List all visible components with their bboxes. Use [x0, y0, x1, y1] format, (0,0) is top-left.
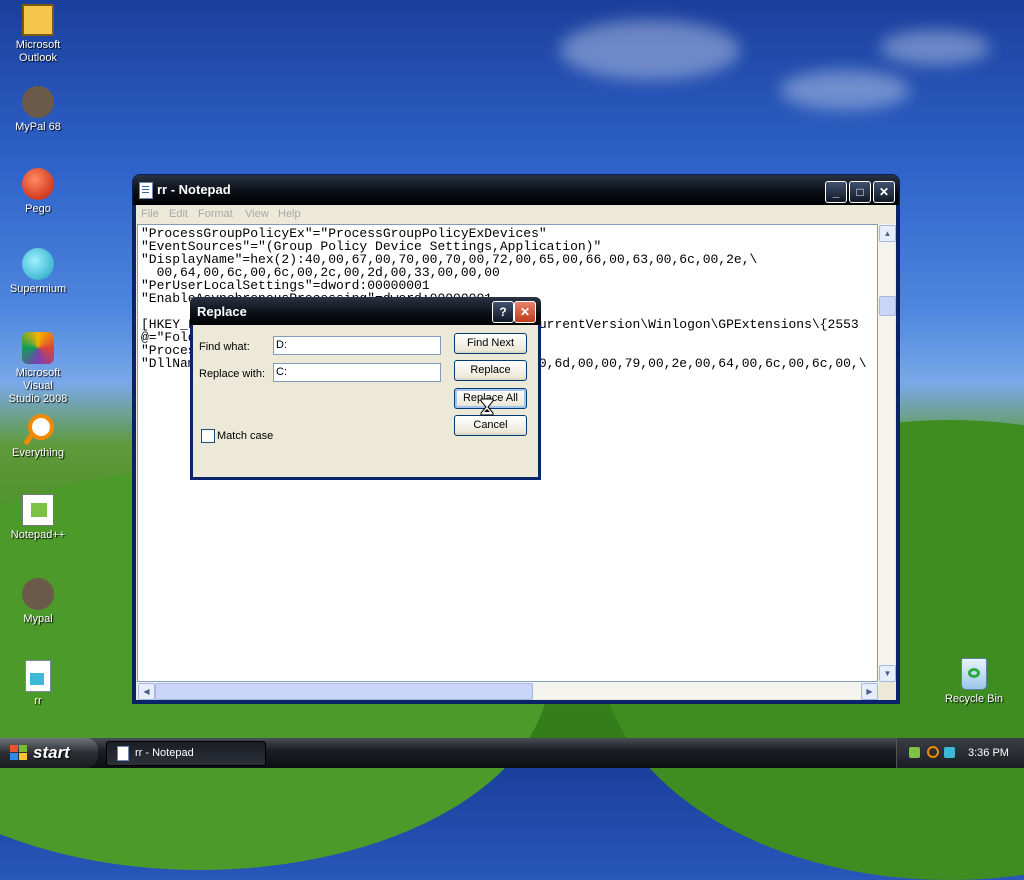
search-icon[interactable] [927, 746, 939, 758]
menu-help[interactable]: Help [278, 208, 301, 220]
start-label: start [33, 743, 70, 762]
replace-button[interactable]: Replace [454, 360, 527, 381]
registry-icon[interactable] [944, 747, 955, 758]
dialog-close-button[interactable]: ✕ [514, 301, 536, 323]
vertical-scroll-thumb[interactable] [879, 296, 896, 316]
replace-dialog[interactable]: Replace ? ✕ Find what: D: Replace with: … [190, 297, 541, 480]
menu-bar: File Edit Format View Help [136, 205, 896, 223]
menu-view[interactable]: View [245, 208, 269, 220]
replace-with-label: Replace with: [199, 368, 266, 380]
desktop-icon-outlook[interactable]: Microsoft Outlook [0, 4, 76, 65]
desktop-icon-pego[interactable]: Pego [0, 168, 76, 216]
notepad-icon [139, 182, 153, 199]
desktop-icon-notepadpp[interactable]: Notepad++ [0, 494, 76, 542]
start-button[interactable]: start [0, 738, 98, 768]
scroll-right-icon[interactable]: ▶ [861, 683, 878, 700]
scroll-up-icon[interactable]: ▲ [879, 225, 896, 242]
supermium-icon [22, 248, 54, 280]
network-icon[interactable] [909, 747, 920, 758]
system-tray: 3:36 PM [896, 738, 1024, 768]
desktop-icon-recycle-bin[interactable]: Recycle Bin [936, 658, 1012, 706]
vertical-scrollbar[interactable]: ▲ ▼ [878, 224, 896, 682]
find-next-button[interactable]: Find Next [454, 333, 527, 354]
cancel-button[interactable]: Cancel [454, 415, 527, 436]
recycle-bin-icon [961, 658, 987, 690]
help-button[interactable]: ? [492, 301, 514, 323]
replace-with-input[interactable]: C: [273, 363, 441, 382]
taskbar-notepad-label: rr - Notepad [135, 747, 194, 759]
replace-dialog-title: Replace [197, 304, 247, 319]
desktop-icon-supermium[interactable]: Supermium [0, 248, 76, 296]
menu-edit[interactable]: Edit [169, 208, 188, 220]
windows-logo-icon [10, 745, 27, 760]
scroll-down-icon[interactable]: ▼ [879, 665, 896, 682]
close-button[interactable]: ✕ [873, 181, 895, 203]
menu-format[interactable]: Format [198, 208, 233, 220]
notepadpp-icon [22, 494, 54, 526]
desktop-icon-mypal68[interactable]: MyPal 68 [0, 86, 76, 134]
raccoon-icon [22, 578, 54, 610]
scroll-left-icon[interactable]: ◀ [138, 683, 155, 700]
find-what-input[interactable]: D: [273, 336, 441, 355]
visual-studio-icon [22, 332, 54, 364]
magnifier-icon [22, 412, 54, 446]
replace-dialog-titlebar[interactable]: Replace ? ✕ [190, 297, 541, 325]
desktop-icon-everything[interactable]: Everything [0, 412, 76, 460]
clock[interactable]: 3:36 PM [968, 747, 1009, 759]
maximize-button[interactable]: □ [849, 181, 871, 203]
notepad-titlebar[interactable]: rr - Notepad _ □ ✕ [133, 175, 899, 205]
raccoon-icon [22, 86, 54, 118]
horizontal-scrollbar[interactable]: ◀ ▶ [137, 682, 878, 700]
match-case-label[interactable]: Match case [217, 430, 273, 442]
desktop-icon-mypal[interactable]: Mypal [0, 578, 76, 626]
horizontal-scroll-thumb[interactable] [155, 683, 533, 700]
menu-file[interactable]: File [141, 208, 159, 220]
find-what-label: Find what: [199, 341, 250, 353]
taskbar: start rr - Notepad 3:36 PM [0, 738, 1024, 768]
outlook-icon [22, 4, 54, 36]
match-case-checkbox[interactable] [201, 429, 215, 443]
notepad-icon [117, 746, 129, 761]
hourglass-cursor-icon [480, 398, 494, 416]
notepad-title: rr - Notepad [157, 182, 231, 197]
desktop-icon-rr[interactable]: rr [0, 660, 76, 708]
registry-file-icon [25, 660, 51, 692]
pego-icon [22, 168, 54, 200]
desktop-icon-visual-studio[interactable]: Microsoft Visual Studio 2008 [0, 332, 76, 406]
taskbar-notepad-button[interactable]: rr - Notepad [106, 741, 266, 766]
minimize-button[interactable]: _ [825, 181, 847, 203]
